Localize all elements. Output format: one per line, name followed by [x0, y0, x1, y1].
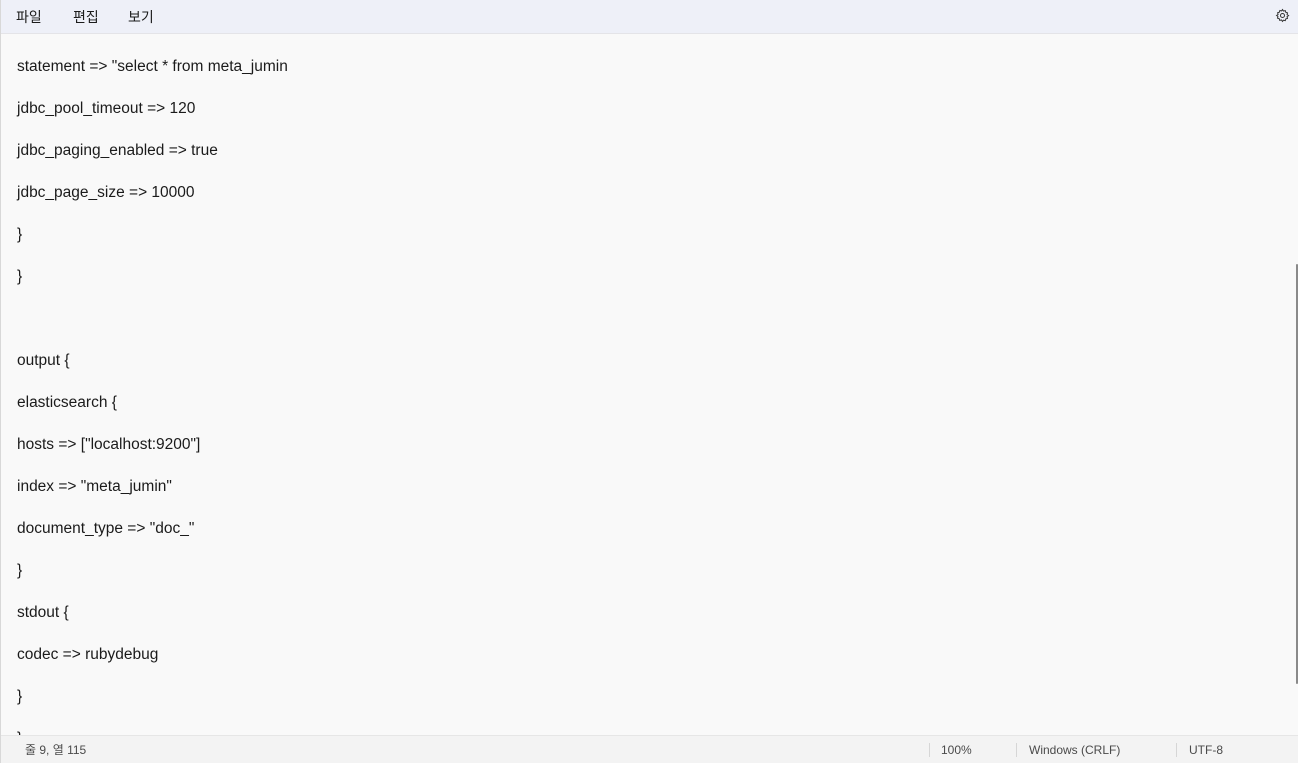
editor-line: statement => "select * from meta_jumin	[17, 58, 288, 75]
status-divider	[1176, 743, 1177, 757]
status-bar: 줄 9, 열 115 100% Windows (CRLF) UTF-8	[1, 735, 1298, 763]
text-editor[interactable]: statement => "select * from meta_jumin j…	[1, 35, 1298, 735]
editor-line: }	[17, 268, 23, 285]
notepad-window: 파일 편집 보기 statement => "select * from met…	[0, 0, 1298, 763]
line-ending[interactable]: Windows (CRLF)	[1029, 736, 1120, 763]
editor-line: hosts => ["localhost:9200"]	[17, 436, 201, 453]
editor-line: stdout {	[17, 604, 69, 621]
menu-file[interactable]: 파일	[14, 6, 44, 28]
editor-line: jdbc_pool_timeout => 120	[17, 100, 196, 117]
settings-button[interactable]	[1273, 6, 1291, 24]
editor-line: index => "meta_jumin"	[17, 478, 172, 495]
editor-line: }	[17, 226, 23, 243]
menu-edit[interactable]: 편집	[71, 6, 101, 28]
cursor-position: 줄 9, 열 115	[25, 743, 87, 757]
editor-line: output {	[17, 352, 70, 369]
status-divider	[1016, 743, 1017, 757]
editor-line: codec => rubydebug	[17, 646, 159, 663]
editor-line: }	[17, 562, 23, 579]
menu-bar: 파일 편집 보기	[1, 0, 1298, 34]
editor-line: }	[17, 688, 23, 705]
menu-view[interactable]: 보기	[126, 6, 156, 28]
editor-line: }	[17, 727, 22, 735]
editor-line: document_type => "doc_"	[17, 520, 195, 537]
editor-line: elasticsearch {	[17, 394, 117, 411]
status-divider	[929, 743, 930, 757]
editor-line: jdbc_page_size => 10000	[17, 184, 195, 201]
editor-line: jdbc_paging_enabled => true	[17, 142, 218, 159]
gear-icon	[1275, 8, 1289, 22]
zoom-level[interactable]: 100%	[941, 736, 972, 763]
encoding[interactable]: UTF-8	[1189, 736, 1223, 763]
